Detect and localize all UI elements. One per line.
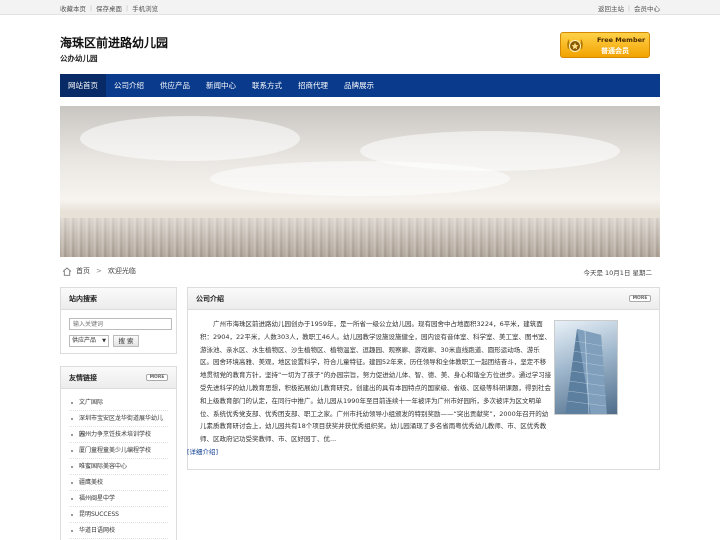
- search-button[interactable]: 搜 索: [113, 335, 139, 347]
- list-item[interactable]: 深圳市宝安区龙华街道展华幼儿园: [69, 411, 168, 438]
- member-badge[interactable]: Free Member 普通会员: [560, 32, 650, 58]
- back-to-main-link[interactable]: 返回主站: [598, 3, 624, 13]
- nav-company-intro[interactable]: 公司介绍: [106, 74, 152, 97]
- nav-home[interactable]: 网站首页: [60, 74, 106, 97]
- nav-contact[interactable]: 联系方式: [244, 74, 290, 97]
- list-item[interactable]: 疆鹰美校: [69, 475, 168, 491]
- friend-links-title: 友情链接: [69, 374, 97, 382]
- search-panel: 站内搜索 供应产品 ▼ 搜 索: [60, 287, 177, 354]
- nav-agency[interactable]: 招商代理: [290, 74, 336, 97]
- breadcrumb-separator: >: [96, 267, 102, 275]
- search-category-select[interactable]: 供应产品 ▼: [69, 335, 109, 347]
- banner-cloud: [210, 161, 510, 196]
- top-bar-right-links: 返回主站 | 会员中心: [598, 3, 660, 14]
- divider: |: [126, 4, 129, 12]
- company-intro-more-button[interactable]: MORE: [629, 295, 651, 302]
- main-nav: 网站首页 公司介绍 供应产品 新闻中心 联系方式 招商代理 品牌展示: [60, 74, 660, 97]
- banner-cloud: [80, 116, 300, 161]
- site-title: 海珠区前进路幼儿园: [60, 36, 169, 50]
- company-intro-text: 广州市海珠区前进路幼儿园创办于1959年，是一所省一级公立幼儿园。现有园舍中占地…: [187, 318, 552, 459]
- divider: |: [90, 4, 93, 12]
- search-panel-title: 站内搜索: [61, 288, 176, 310]
- list-item[interactable]: 昆明SUCCESS: [69, 507, 168, 523]
- nav-products[interactable]: 供应产品: [152, 74, 198, 97]
- member-center-link[interactable]: 会员中心: [634, 3, 660, 13]
- save-desktop-link[interactable]: 保存桌面: [96, 3, 122, 13]
- home-icon: [62, 266, 72, 276]
- banner-image: [60, 106, 660, 257]
- breadcrumb: 首页 > 欢迎光临: [62, 266, 136, 276]
- nav-brand[interactable]: 品牌展示: [336, 74, 382, 97]
- breadcrumb-home[interactable]: 首页: [76, 266, 90, 276]
- list-item[interactable]: 福州闽星中学: [69, 491, 168, 507]
- list-item[interactable]: 华道日语网校: [69, 523, 168, 539]
- divider: |: [627, 4, 630, 12]
- company-intro-panel: 公司介绍 MORE 广州市海珠区前进路幼儿园创办于1959年，是一所省一级公立幼…: [187, 287, 660, 470]
- building-illustration: [565, 329, 607, 414]
- nav-news[interactable]: 新闻中心: [198, 74, 244, 97]
- top-bar-left-links: 收藏本页 | 保存桌面 | 手机浏览: [60, 3, 158, 14]
- company-intro-title: 公司介绍: [196, 295, 224, 303]
- member-badge-zh: 普通会员: [601, 47, 629, 55]
- details-link[interactable]: [详细介绍]: [187, 448, 218, 456]
- friend-links-list: 文广国际 深圳市宝安区龙华街道展华幼儿园 苏州力争烹饪技术培训学校 厦门童程童美…: [61, 389, 176, 539]
- list-item[interactable]: 唯蜜国际美容中心: [69, 459, 168, 475]
- friend-links-panel: 友情链接 MORE 文广国际 深圳市宝安区龙华街道展华幼儿园 苏州力争烹饪技术培…: [60, 366, 177, 540]
- list-item[interactable]: 厦门童程童美少儿编程学校: [69, 443, 168, 459]
- search-input[interactable]: [69, 318, 172, 330]
- breadcrumb-current: 欢迎光临: [107, 267, 136, 275]
- list-item[interactable]: 苏州力争烹饪技术培训学校: [69, 427, 168, 443]
- friend-links-header: 友情链接 MORE: [61, 367, 176, 389]
- member-badge-en: Free Member: [597, 36, 646, 44]
- building-photo: [554, 320, 618, 415]
- friend-links-more-button[interactable]: MORE: [146, 374, 168, 381]
- mobile-browse-link[interactable]: 手机浏览: [132, 3, 158, 13]
- search-category-value: 供应产品: [72, 337, 97, 344]
- list-item[interactable]: 文广国际: [69, 395, 168, 411]
- chevron-down-icon: ▼: [102, 338, 106, 344]
- bookmark-link[interactable]: 收藏本页: [60, 3, 86, 13]
- top-bar: 收藏本页 | 保存桌面 | 手机浏览 返回主站 | 会员中心: [0, 0, 720, 15]
- site-subtitle: 公办幼儿园: [60, 54, 98, 63]
- company-intro-body: 广州市海珠区前进路幼儿园创办于1959年，是一所省一级公立幼儿园。现有园舍中占地…: [200, 320, 552, 444]
- company-intro-header: 公司介绍 MORE: [188, 288, 659, 310]
- medal-icon: [567, 39, 583, 52]
- banner-boardwalk-shade: [60, 218, 660, 257]
- current-date: 今天是 10月1日 星期二: [583, 269, 652, 277]
